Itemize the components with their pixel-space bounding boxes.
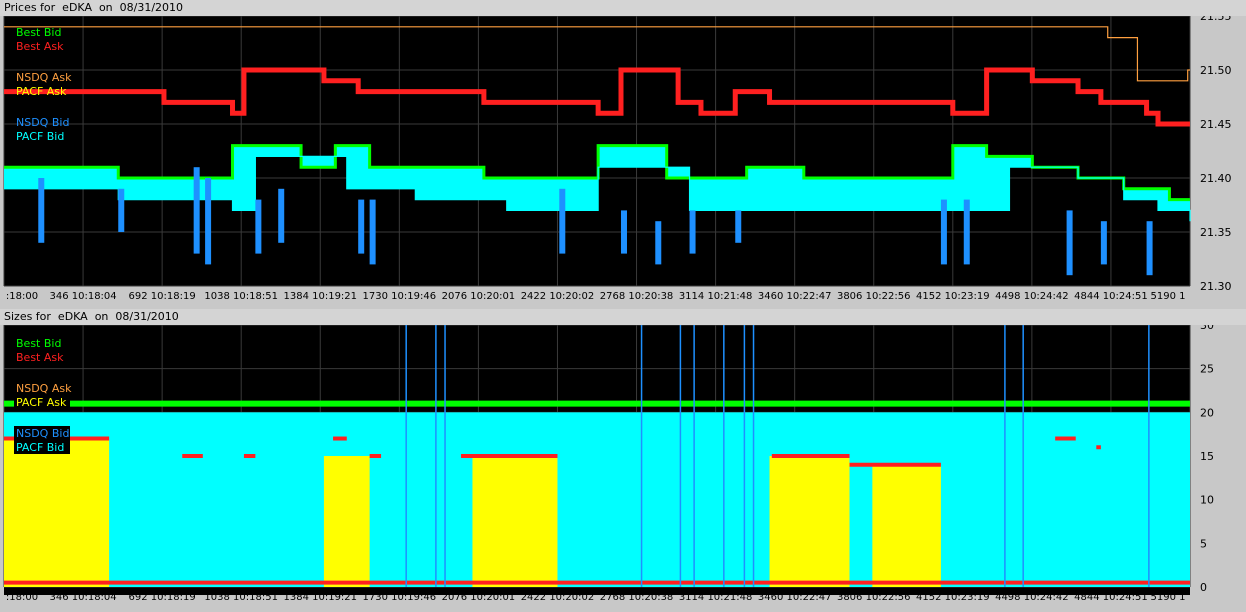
x-tick-label: 5190 1 <box>1151 291 1186 302</box>
prices-x-axis: :18:00 346 10:18:04 692 10:18:19 1038 10:18… <box>6 291 1186 302</box>
nsdq-bid-spike <box>689 210 696 254</box>
y-tick-label: 25 <box>1200 363 1214 376</box>
prices-chart: :18:00 346 10:18:04 692 10:18:19 1038 10:18… <box>3 16 1232 302</box>
x-tick-label: 4844 10:24:51 <box>1074 592 1148 603</box>
x-tick-label: 692 10:18:19 <box>129 592 196 603</box>
nsdq-bid-spike <box>38 178 45 243</box>
nsdq-bid-spike <box>1100 221 1107 265</box>
nsdq-bid-spike <box>118 188 125 232</box>
y-tick-label: 21.45 <box>1200 118 1232 131</box>
legend-entry: Best Ask <box>16 351 64 364</box>
nsdq-bid-spike <box>559 188 566 254</box>
nsdq-bid-spike <box>255 199 262 254</box>
y-tick-label: 30 <box>1200 325 1214 332</box>
legend-entry: Best Bid <box>16 26 61 39</box>
x-tick-label: 4498 10:24:42 <box>995 592 1069 603</box>
legend-entry: NSDQ Ask <box>16 382 72 395</box>
x-tick-label: 2076 10:20:01 <box>442 291 516 302</box>
y-tick-label: 21.55 <box>1200 16 1232 23</box>
nsdq-bid-spike <box>358 199 365 254</box>
pacf-bid-area <box>4 412 1190 587</box>
x-tick-label: 2768 10:20:38 <box>600 592 674 603</box>
x-tick-label: 692 10:18:19 <box>129 291 196 302</box>
y-tick-label: 0 <box>1200 581 1207 594</box>
sizes-legend: Best BidBest Ask NSDQ AskPACF Ask NSDQ Bid… <box>14 337 72 454</box>
x-tick-label: 1730 10:19:46 <box>363 592 437 603</box>
x-tick-label: 2768 10:20:38 <box>600 291 674 302</box>
nsdq-bid-spike <box>205 178 212 265</box>
y-tick-label: 21.35 <box>1200 226 1232 239</box>
nsdq-bid-spike <box>963 199 970 265</box>
x-tick-label: 1384 10:19:21 <box>283 291 357 302</box>
pacf-ask-area <box>323 456 370 587</box>
x-tick-label: 2422 10:20:02 <box>521 291 595 302</box>
legend-entry: PACF Ask <box>16 85 67 98</box>
legend-entry: Best Bid <box>16 337 61 350</box>
y-tick-label: 21.30 <box>1200 280 1232 293</box>
nsdq-bid-spike <box>278 188 285 243</box>
prices-y-axis: 21.55 21.50 21.45 21.40 21.35 21.30 <box>1200 16 1232 293</box>
x-tick-label: 1038 10:18:51 <box>204 291 278 302</box>
sizes-chart: :18:00 346 10:18:04 692 10:18:19 1038 10:18… <box>3 325 1214 603</box>
y-tick-label: 15 <box>1200 450 1214 463</box>
x-tick-label: 4152 10:23:19 <box>916 291 990 302</box>
x-tick-label: 5190 1 <box>1151 592 1186 603</box>
nsdq-bid-spike <box>369 199 376 265</box>
x-tick-label: 3114 10:21:48 <box>679 291 753 302</box>
nsdq-bid-spike <box>655 221 662 265</box>
sizes-y-axis: 30 25 20 15 10 5 0 <box>1200 325 1214 594</box>
x-tick-label: 1038 10:18:51 <box>204 592 278 603</box>
legend-entry: NSDQ Bid <box>16 427 69 440</box>
x-tick-label: 3460 10:22:47 <box>758 592 832 603</box>
legend-entry: NSDQ Ask <box>16 71 72 84</box>
y-tick-label: 21.40 <box>1200 172 1232 185</box>
x-tick-label: 2076 10:20:01 <box>442 592 516 603</box>
y-tick-label: 21.50 <box>1200 64 1232 77</box>
legend-entry: PACF Ask <box>16 396 67 409</box>
x-tick-label: 346 10:18:04 <box>49 291 116 302</box>
x-tick-label: 3806 10:22:56 <box>837 592 911 603</box>
x-tick-label: 4844 10:24:51 <box>1074 291 1148 302</box>
x-tick-label: :18:00 <box>6 592 38 603</box>
nsdq-bid-spike <box>193 167 200 254</box>
legend-entry: PACF Bid <box>16 130 64 143</box>
x-tick-label: 1730 10:19:46 <box>363 291 437 302</box>
nsdq-bid-spike <box>620 210 627 254</box>
x-tick-label: 4152 10:23:19 <box>916 592 990 603</box>
pacf-ask-area <box>472 456 558 587</box>
legend-entry: PACF Bid <box>16 441 64 454</box>
x-tick-label: 2422 10:20:02 <box>521 592 595 603</box>
x-tick-label: 3806 10:22:56 <box>837 291 911 302</box>
y-tick-label: 5 <box>1200 537 1207 550</box>
pacf-ask-area <box>872 464 941 587</box>
x-tick-label: 3460 10:22:47 <box>758 291 832 302</box>
nsdq-bid-spike <box>735 210 742 243</box>
legend-entry: Best Ask <box>16 40 64 53</box>
x-tick-label: 1384 10:19:21 <box>283 592 357 603</box>
x-tick-label: :18:00 <box>6 291 38 302</box>
nsdq-bid-spike <box>940 199 947 265</box>
y-tick-label: 10 <box>1200 494 1214 507</box>
sizes-panel-title: Sizes for eDKA on 08/31/2010 <box>0 309 1246 325</box>
prices-panel-title: Prices for eDKA on 08/31/2010 <box>0 0 1246 16</box>
nsdq-bid-spike <box>1146 221 1153 276</box>
legend-entry: NSDQ Bid <box>16 116 69 129</box>
x-tick-label: 346 10:18:04 <box>49 592 116 603</box>
nsdq-bid-spike <box>1066 210 1073 276</box>
y-tick-label: 20 <box>1200 406 1214 419</box>
pacf-ask-area <box>769 456 850 587</box>
x-tick-label: 4498 10:24:42 <box>995 291 1069 302</box>
x-tick-label: 3114 10:21:48 <box>679 592 753 603</box>
pacf-ask-area <box>4 438 110 587</box>
